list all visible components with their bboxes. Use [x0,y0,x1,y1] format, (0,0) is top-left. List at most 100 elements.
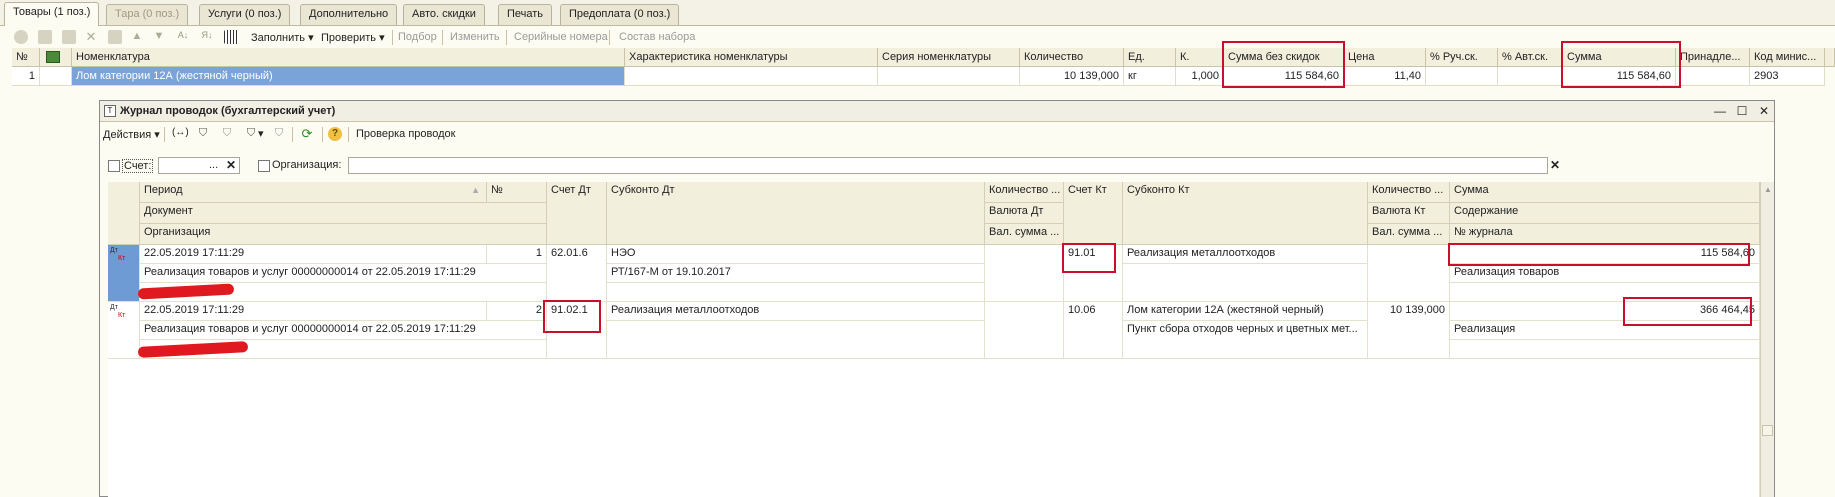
column-header-organization[interactable]: Организация [140,224,547,245]
column-header-account-dt[interactable]: Счет Дт [547,182,607,245]
column-header-qty-kt[interactable]: Количество ... [1368,182,1450,203]
scroll-up-icon[interactable]: ▲ [1764,185,1772,194]
column-header-currency-kt[interactable]: Валюта Кт [1368,203,1450,224]
unit-cell[interactable]: кг [1124,67,1176,86]
characteristic-cell[interactable] [625,67,878,86]
edit-icon[interactable] [62,30,76,44]
account-dt-cell[interactable]: 62.01.6 [547,245,607,302]
subconto-dt-2-cell[interactable]: РТ/167-М от 19.10.2017 [607,264,985,283]
code-cell[interactable]: 2903 [1750,67,1825,86]
column-header-account-kt[interactable]: Счет Кт [1064,182,1123,245]
check-postings-button[interactable]: Проверка проводок [356,128,455,140]
org-filter-input[interactable] [348,157,1548,174]
owner-cell[interactable] [1676,67,1750,86]
filter-icon[interactable]: ⛉ [196,127,210,141]
column-header-num[interactable]: № [487,182,547,203]
qty-dt-cell[interactable] [985,245,1064,302]
qty-kt-cell[interactable]: 10 139,000 [1368,302,1450,359]
column-header-currency-dt[interactable]: Валюта Дт [985,203,1064,224]
subconto-kt-1-cell[interactable]: Реализация металлоотходов [1123,245,1368,264]
sort-asc-icon[interactable]: A↓ [176,30,190,44]
column-header[interactable]: Принадле... [1676,48,1750,67]
qty-kt-cell[interactable] [1368,245,1450,302]
column-header-icon[interactable] [108,182,140,245]
account-kt-cell[interactable]: 10.06 [1064,302,1123,359]
column-header-val-sum-dt[interactable]: Вал. сумма ... [985,224,1064,245]
delete-icon[interactable]: ✕ [84,30,98,44]
subconto-kt-1-cell[interactable]: Лом категории 12А (жестяной черный) [1123,302,1368,321]
column-header[interactable]: Код минис... [1750,48,1825,67]
column-header[interactable]: Ед. [1124,48,1176,67]
tab-containers[interactable]: Тара (0 поз.) [106,4,189,25]
column-header[interactable]: % Авт.ск. [1498,48,1563,67]
manual-discount-cell[interactable] [1426,67,1498,86]
journal-no-cell[interactable] [1450,340,1760,359]
column-header[interactable]: Характеристика номенклатуры [625,48,878,67]
tab-goods[interactable]: Товары (1 поз.) [4,2,100,26]
filter-off-icon[interactable]: ⛉ [220,127,234,141]
close-icon[interactable]: ✕ [1756,103,1772,119]
item-cell[interactable]: Лом категории 12А (жестяной черный) [72,67,625,86]
account-filter-checkbox[interactable] [108,160,120,172]
sort-desc-icon[interactable]: Я↓ [200,30,214,44]
subconto-kt-2-cell[interactable] [1123,264,1368,302]
copy-icon[interactable] [38,30,52,44]
move-up-icon[interactable]: ▲ [130,30,144,44]
serials-button[interactable]: Серийные номера [514,31,608,43]
column-header-qty-dt[interactable]: Количество ... [985,182,1064,203]
tab-prepayment[interactable]: Предоплата (0 поз.) [560,4,680,25]
column-header[interactable]: № [12,48,40,67]
tab-additional[interactable]: Дополнительно [300,4,398,25]
org-clear-icon[interactable]: ✕ [1548,159,1562,173]
num-cell[interactable]: 2 [487,302,547,321]
move-down-icon[interactable]: ▼ [152,30,166,44]
journal-title-bar[interactable]: Т Журнал проводок (бухгалтерский учет) —… [100,101,1774,122]
change-button[interactable]: Изменить [450,31,500,43]
column-header-period[interactable]: Период ▲ [140,182,487,203]
subconto-dt-1-cell[interactable]: НЭО [607,245,985,264]
check-button[interactable]: Проверить ▾ [321,31,385,44]
price-cell[interactable]: 11,40 [1344,67,1426,86]
series-cell[interactable] [878,67,1020,86]
column-header[interactable]: Серия номенклатуры [878,48,1020,67]
actions-menu-button[interactable]: Действия ▾ [103,128,160,141]
qty-cell[interactable]: 10 139,000 [1020,67,1124,86]
column-header-overflow[interactable] [1825,48,1835,67]
column-header-journal-no[interactable]: № журнала [1450,224,1760,245]
account-select-button[interactable]: ... [209,159,218,171]
set-content-button[interactable]: Состав набора [619,31,695,43]
subconto-dt-3-cell[interactable] [607,283,985,302]
pick-button[interactable]: Подбор [398,31,437,43]
tab-services[interactable]: Услуги (0 поз.) [199,4,291,25]
column-header-subconto-dt[interactable]: Субконто Дт [607,182,985,245]
clear-icon[interactable] [108,30,122,44]
subconto-kt-2-cell[interactable]: Пункт сбора отходов черных и цветных мет… [1123,321,1368,359]
subconto-dt-1-cell[interactable]: Реализация металлоотходов [607,302,985,321]
column-header-document[interactable]: Документ [140,203,547,224]
minimize-icon[interactable]: — [1712,103,1728,119]
tab-print[interactable]: Печать [498,4,553,25]
filter-list-icon[interactable]: ⛉ [244,127,258,141]
column-header[interactable]: Номенклатура [72,48,625,67]
subconto-dt-2-cell[interactable] [607,321,985,359]
column-header-subconto-kt[interactable]: Субконто Кт [1123,182,1368,245]
period-cell[interactable]: 22.05.2019 17:11:29 [140,302,487,321]
add-icon[interactable] [14,30,28,44]
column-header-sum[interactable]: Сумма [1450,182,1760,203]
document-cell[interactable]: Реализация товаров и услуг 00000000014 о… [140,264,547,283]
help-icon[interactable]: ? [328,127,342,141]
refresh-icon[interactable]: ⟳ [300,127,314,141]
org-filter-checkbox[interactable] [258,160,270,172]
expand-icon[interactable]: (↔) [172,127,189,138]
period-cell[interactable]: 22.05.2019 17:11:29 [140,245,487,264]
column-header[interactable]: % Руч.ск. [1426,48,1498,67]
column-header[interactable]: Цена [1344,48,1426,67]
column-header[interactable]: Количество [1020,48,1124,67]
column-header-content[interactable]: Содержание [1450,203,1760,224]
column-header-val-sum-kt[interactable]: Вал. сумма ... [1368,224,1450,245]
column-header-icon[interactable] [40,48,72,67]
vertical-scrollbar[interactable]: ▲ [1760,182,1774,497]
maximize-icon[interactable]: ☐ [1734,103,1750,119]
filter-dropdown-icon[interactable]: ▾ [258,127,264,140]
column-header[interactable]: К. [1176,48,1224,67]
